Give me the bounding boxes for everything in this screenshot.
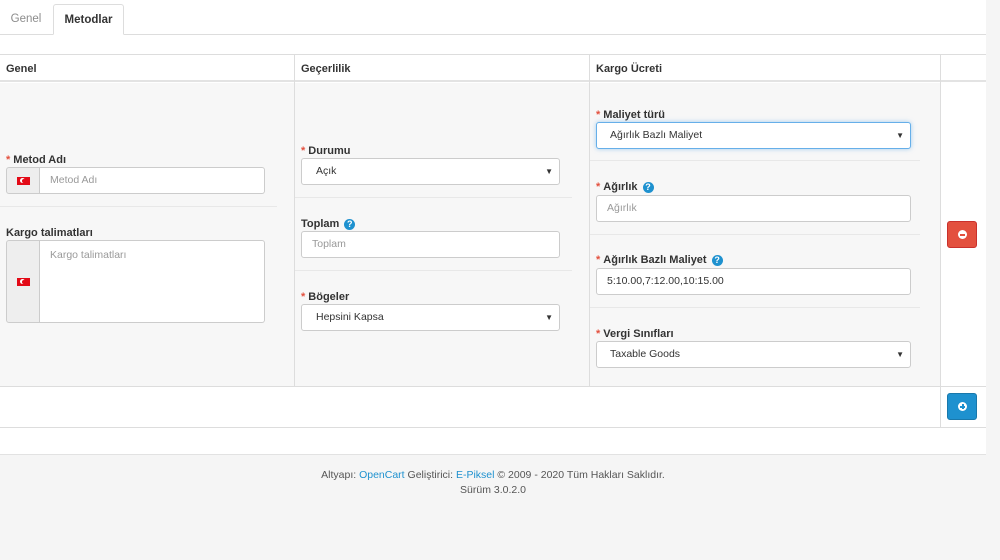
column-header-gecerlilik: Geçerlilik	[301, 63, 351, 75]
column-header-genel: Genel	[6, 63, 37, 75]
field-separator	[0, 206, 277, 207]
required-asterisk: *	[301, 291, 306, 303]
turkey-flag-icon	[17, 177, 30, 185]
field-separator	[590, 234, 920, 235]
weight-input[interactable]: Ağırlık	[596, 195, 911, 222]
required-asterisk: *	[301, 145, 306, 157]
epiksel-link[interactable]: E-Piksel	[456, 469, 495, 481]
status-value: Açık	[316, 165, 337, 177]
column-divider	[589, 55, 590, 386]
footer-credits: Altyapı: OpenCart Geliştirici: E-Piksel …	[321, 469, 665, 481]
minus-circle-icon	[958, 230, 967, 239]
footer-version: Sürüm 3.0.2.0	[460, 484, 526, 496]
weight-cost-label: * Ağırlık Bazlı Maliyet?	[596, 254, 723, 266]
opencart-link[interactable]: OpenCart	[359, 469, 405, 481]
regions-select[interactable]: Hepsini Kapsa ▼	[301, 304, 560, 331]
total-input[interactable]: Toplam	[301, 231, 560, 258]
field-separator	[590, 160, 920, 161]
column-header-kargo-ucreti: Kargo Ücreti	[596, 63, 663, 75]
add-method-button[interactable]	[947, 393, 977, 420]
column-divider	[294, 55, 295, 386]
total-label: Toplam?	[301, 218, 356, 230]
caret-down-icon: ▼	[545, 167, 553, 176]
status-select[interactable]: Açık ▼	[301, 158, 560, 185]
language-addon	[6, 167, 40, 194]
plus-circle-icon	[958, 402, 967, 411]
field-separator	[295, 197, 572, 198]
cost-type-value: Ağırlık Bazlı Maliyet	[610, 129, 703, 141]
tab-divider	[0, 34, 986, 35]
field-separator	[590, 307, 920, 308]
weight-label: * Ağırlık?	[596, 181, 654, 193]
required-asterisk: *	[596, 109, 601, 121]
caret-down-icon: ▼	[896, 131, 904, 140]
required-asterisk: *	[6, 154, 11, 166]
method-name-label: * Metod Adı	[6, 154, 67, 166]
tab-metodlar[interactable]: Metodlar	[53, 4, 124, 35]
row-divider	[0, 427, 986, 428]
column-divider	[940, 55, 941, 428]
tax-class-select[interactable]: Taxable Goods ▼	[596, 341, 911, 368]
tab-genel[interactable]: Genel	[0, 4, 52, 35]
shipping-instructions-textarea[interactable]: Kargo talimatları	[40, 240, 265, 323]
method-name-input[interactable]: Metod Adı	[40, 167, 265, 194]
shipping-instructions-label: Kargo talimatları	[6, 227, 93, 239]
question-circle-icon[interactable]: ?	[711, 255, 723, 266]
cost-type-label: * Maliyet türü	[596, 109, 666, 121]
language-addon	[6, 240, 40, 323]
status-label: * Durumu	[301, 145, 351, 157]
row-divider	[0, 386, 986, 387]
weight-cost-input[interactable]: 5:10.00,7:12.00,10:15.00	[596, 268, 911, 295]
required-asterisk: *	[596, 181, 601, 193]
main-panel: Genel Metodlar Genel Geçerlilik Kargo Üc…	[0, 0, 986, 455]
scrollbar-gutter	[986, 0, 1000, 455]
caret-down-icon: ▼	[545, 313, 553, 322]
cost-type-select[interactable]: Ağırlık Bazlı Maliyet ▼	[596, 122, 911, 149]
weight-placeholder: Ağırlık	[607, 202, 637, 214]
tax-class-value: Taxable Goods	[610, 348, 681, 360]
tax-class-label: * Vergi Sınıfları	[596, 328, 674, 340]
total-placeholder: Toplam	[312, 238, 346, 250]
regions-label: * Bögeler	[301, 291, 350, 303]
remove-method-button[interactable]	[947, 221, 977, 248]
caret-down-icon: ▼	[896, 350, 904, 359]
required-asterisk: *	[596, 254, 601, 266]
field-separator	[295, 270, 572, 271]
table-header: Genel Geçerlilik Kargo Ücreti	[0, 55, 986, 82]
weight-cost-value: 5:10.00,7:12.00,10:15.00	[607, 275, 724, 287]
regions-value: Hepsini Kapsa	[316, 311, 384, 323]
question-circle-icon[interactable]: ?	[642, 182, 654, 193]
turkey-flag-icon	[17, 278, 30, 286]
required-asterisk: *	[596, 328, 601, 340]
question-circle-icon[interactable]: ?	[344, 219, 356, 230]
